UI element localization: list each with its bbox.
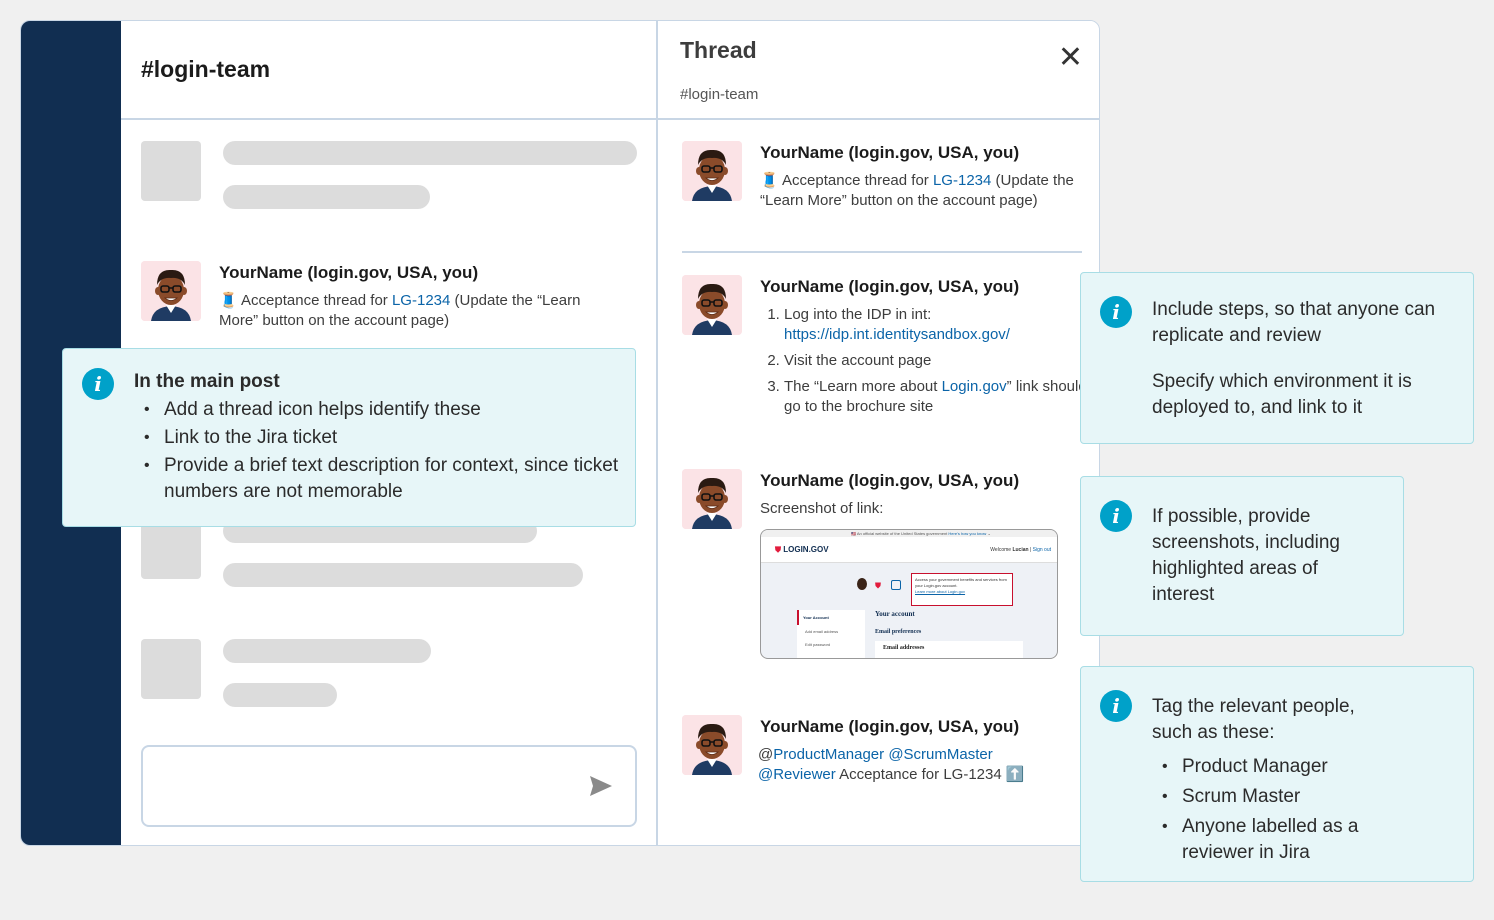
step-text: Visit the account page bbox=[784, 352, 932, 369]
message-body: 🧵 Acceptance thread for LG-1234 (Update … bbox=[219, 291, 619, 331]
close-icon[interactable]: ✕ bbox=[1058, 43, 1083, 73]
shot-header: ⛊ LOGIN.GOV Welcome Lucian | Sign out bbox=[761, 537, 1057, 563]
at-sign: @ bbox=[758, 746, 774, 763]
mention-product-manager[interactable]: ProductManager bbox=[773, 746, 884, 763]
shot-subheading: Email preferences bbox=[875, 629, 922, 635]
shot-avatar-icon bbox=[857, 578, 867, 590]
step-text: The “Learn more about bbox=[784, 378, 942, 395]
thread-header: Thread #login-team ✕ bbox=[658, 21, 1099, 120]
message-author: YourName (login.gov, USA, you) bbox=[760, 471, 1020, 490]
shot-welcome: Welcome Lucian | Sign out bbox=[990, 547, 1051, 553]
thread-divider bbox=[682, 251, 1082, 253]
message-composer[interactable] bbox=[141, 745, 637, 827]
placeholder-line bbox=[223, 683, 337, 707]
logo-text: LOGIN.GOV bbox=[783, 545, 829, 554]
banner-link: Here's how you know bbox=[948, 531, 987, 536]
message-author: YourName (login.gov, USA, you) bbox=[760, 277, 1020, 296]
placeholder-avatar bbox=[141, 639, 201, 699]
placeholder-line bbox=[223, 141, 637, 165]
placeholder-line bbox=[223, 639, 431, 663]
placeholder-line bbox=[223, 563, 583, 587]
step-item: Log into the IDP in int: https://idp.int.… bbox=[784, 305, 1090, 345]
callout-text: Tag the relevant people, such as these: bbox=[1152, 696, 1355, 743]
login-gov-logo: ⛊ LOGIN.GOV bbox=[775, 545, 829, 554]
callout-text: If possible, provide screenshots, includ… bbox=[1152, 506, 1340, 605]
idp-link[interactable]: https://idp.int.identitysandbox.gov/ bbox=[784, 326, 1010, 343]
callout-text: Specify which environment it is deployed… bbox=[1152, 371, 1412, 418]
callout-text: Include steps, so that anyone can replic… bbox=[1152, 299, 1436, 346]
channel-title: #login-team bbox=[141, 56, 271, 82]
avatar bbox=[682, 275, 742, 335]
ticket-link[interactable]: LG-1234 bbox=[392, 292, 450, 309]
message-text: Acceptance thread for bbox=[241, 292, 392, 309]
callout-bullet: Anyone labelled as a reviewer in Jira bbox=[1152, 814, 1392, 866]
shot-email-box: Email addresses bbox=[875, 641, 1023, 658]
gov-banner: 🇺🇸 An official website of the United Sta… bbox=[761, 530, 1057, 537]
mention-scrum-master[interactable]: @ScrumMaster bbox=[888, 746, 992, 763]
message-body: @ProductManager @ScrumMaster @Reviewer A… bbox=[758, 745, 1078, 785]
steps-list: Log into the IDP in int: https://idp.int.… bbox=[760, 305, 1090, 417]
callout-tags: i Tag the relevant people, such as these… bbox=[1080, 666, 1474, 882]
shot-side-nav: Your Account Add email address Edit pass… bbox=[797, 610, 865, 658]
message-text: Acceptance thread for bbox=[782, 172, 933, 189]
avatar bbox=[141, 261, 201, 321]
message-body: 🧵 Acceptance thread for LG-1234 (Update … bbox=[760, 171, 1085, 211]
thread-channel: #login-team bbox=[680, 86, 759, 103]
message-text: Acceptance for LG-1234 bbox=[835, 766, 1002, 783]
step-text: Log into the IDP in int: bbox=[784, 306, 932, 323]
signout-link: Sign out bbox=[1032, 547, 1051, 553]
avatar bbox=[682, 469, 742, 529]
callout-bullet: Product Manager bbox=[1152, 754, 1457, 780]
up-arrow-icon: ⬆️ bbox=[1005, 766, 1025, 783]
shot-shield-icon: ⛊ bbox=[875, 581, 881, 590]
shot-device-icon bbox=[891, 580, 901, 590]
send-icon[interactable] bbox=[589, 775, 613, 797]
placeholder-avatar bbox=[141, 141, 201, 201]
message-author: YourName (login.gov, USA, you) bbox=[760, 143, 1020, 162]
callout-title: In the main post bbox=[134, 371, 280, 392]
callout-bullet: Add a thread icon helps identify these bbox=[134, 397, 624, 423]
info-icon: i bbox=[1100, 690, 1132, 722]
callout-steps: i Include steps, so that anyone can repl… bbox=[1080, 272, 1474, 444]
step-item: The “Learn more about Login.gov” link sh… bbox=[784, 377, 1090, 417]
thread-spool-icon: 🧵 bbox=[219, 292, 238, 309]
callout-bullet: Scrum Master bbox=[1152, 784, 1457, 810]
user-name: Lucian bbox=[1012, 547, 1029, 553]
info-icon: i bbox=[1100, 296, 1132, 328]
shot-heading: Your account bbox=[875, 610, 915, 618]
shot-nav-active: Your Account bbox=[797, 610, 865, 625]
channel-header: #login-team bbox=[121, 21, 656, 120]
info-icon: i bbox=[82, 368, 114, 400]
info-icon: i bbox=[1100, 500, 1132, 532]
message-body: Screenshot of link: bbox=[760, 500, 884, 517]
step-item: Visit the account page bbox=[784, 351, 1090, 371]
callout-main-post: i In the main post Add a thread icon hel… bbox=[62, 348, 636, 527]
shot-nav-item: Add email address bbox=[805, 629, 839, 634]
screenshot-image[interactable]: 🇺🇸 An official website of the United Sta… bbox=[760, 529, 1058, 659]
highlight-link: Learn more about Login.gov bbox=[915, 589, 966, 594]
avatar bbox=[682, 141, 742, 201]
login-gov-link[interactable]: Login.gov bbox=[942, 378, 1007, 395]
mention-reviewer[interactable]: @Reviewer bbox=[758, 766, 836, 783]
thread-title: Thread bbox=[680, 37, 757, 63]
placeholder-line bbox=[223, 185, 430, 209]
message-author: YourName (login.gov, USA, you) bbox=[760, 717, 1020, 736]
placeholder-avatar bbox=[141, 519, 201, 579]
shot-nav-item: Edit password bbox=[805, 642, 831, 647]
callout-bullets: Add a thread icon helps identify these L… bbox=[134, 397, 624, 505]
shot-box-label: Email addresses bbox=[883, 645, 925, 651]
thread-spool-icon: 🧵 bbox=[760, 172, 779, 189]
callout-bullet: Provide a brief text description for con… bbox=[134, 453, 624, 505]
avatar bbox=[682, 715, 742, 775]
banner-text: An official website of the United States… bbox=[856, 531, 948, 536]
shot-highlight-box: Access your government benefits and serv… bbox=[911, 573, 1013, 606]
welcome-text: Welcome bbox=[990, 547, 1012, 553]
thread-pane: Thread #login-team ✕ YourName (login.gov… bbox=[656, 21, 1099, 845]
callout-bullets: Product Manager Scrum Master Anyone labe… bbox=[1152, 754, 1457, 866]
callout-screenshots: i If possible, provide screenshots, incl… bbox=[1080, 476, 1404, 636]
message-author: YourName (login.gov, USA, you) bbox=[219, 263, 479, 282]
ticket-link[interactable]: LG-1234 bbox=[933, 172, 991, 189]
highlight-text: Access your government benefits and serv… bbox=[915, 577, 1007, 588]
callout-bullet: Link to the Jira ticket bbox=[134, 425, 624, 451]
